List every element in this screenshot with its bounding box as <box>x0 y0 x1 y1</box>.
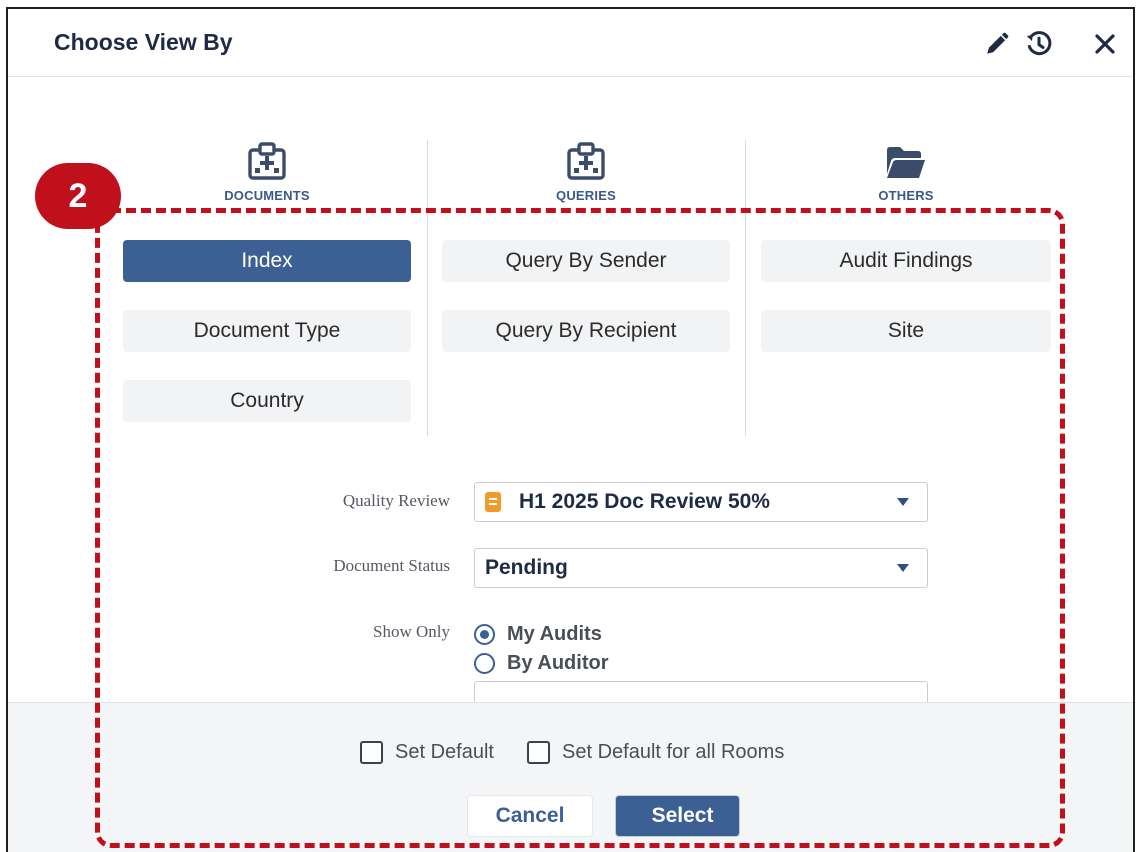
radio-button[interactable] <box>474 624 495 645</box>
hospital-icon <box>486 140 686 180</box>
category-label: QUERIES <box>556 188 616 203</box>
column-divider <box>427 140 428 436</box>
quality-review-select[interactable]: H1 2025 Doc Review 50% <box>474 482 928 522</box>
radio-label: My Audits <box>507 623 602 645</box>
column-divider <box>745 140 746 436</box>
category-documents: DOCUMENTS <box>167 140 367 203</box>
option-query-by-sender[interactable]: Query By Sender <box>442 240 730 282</box>
pencil-icon[interactable] <box>982 29 1012 59</box>
close-icon[interactable] <box>1090 29 1120 59</box>
radio-button[interactable] <box>474 653 495 674</box>
option-index[interactable]: Index <box>123 240 411 282</box>
hospital-icon <box>167 140 367 180</box>
category-label: OTHERS <box>878 188 934 203</box>
quality-review-label: Quality Review <box>342 491 450 510</box>
checkbox-label: Set Default <box>395 741 494 763</box>
select-button[interactable]: Select <box>615 795 740 837</box>
category-label: DOCUMENTS <box>224 188 310 203</box>
checkbox-label: Set Default for all Rooms <box>562 741 785 763</box>
show-only-label: Show Only <box>373 622 450 641</box>
document-status-label: Document Status <box>333 556 450 575</box>
cancel-button[interactable]: Cancel <box>467 795 593 837</box>
option-document-type[interactable]: Document Type <box>123 310 411 352</box>
checkbox[interactable] <box>360 741 383 764</box>
set-default-checkbox[interactable]: Set Default <box>360 741 494 764</box>
set-default-all-rooms-checkbox[interactable]: Set Default for all Rooms <box>527 741 784 764</box>
book-icon <box>485 492 501 512</box>
option-query-by-recipient[interactable]: Query By Recipient <box>442 310 730 352</box>
radio-by-auditor[interactable]: By Auditor <box>474 652 608 675</box>
checkbox[interactable] <box>527 741 550 764</box>
option-audit-findings[interactable]: Audit Findings <box>761 240 1051 282</box>
dialog-header: Choose View By <box>8 9 1133 77</box>
step-badge: 2 <box>35 163 121 229</box>
quality-review-value: H1 2025 Doc Review 50% <box>519 490 770 513</box>
option-site[interactable]: Site <box>761 310 1051 352</box>
category-queries: QUERIES <box>486 140 686 203</box>
chevron-down-icon <box>897 564 909 572</box>
option-country[interactable]: Country <box>123 380 411 422</box>
category-others: OTHERS <box>806 140 1006 203</box>
radio-label: By Auditor <box>507 652 609 674</box>
radio-my-audits[interactable]: My Audits <box>474 623 602 646</box>
chevron-down-icon <box>897 498 909 506</box>
document-status-value: Pending <box>485 556 568 579</box>
folder-open-icon <box>806 140 1006 180</box>
dialog-title: Choose View By <box>54 29 233 55</box>
history-icon[interactable] <box>1024 29 1054 59</box>
document-status-select[interactable]: Pending <box>474 548 928 588</box>
